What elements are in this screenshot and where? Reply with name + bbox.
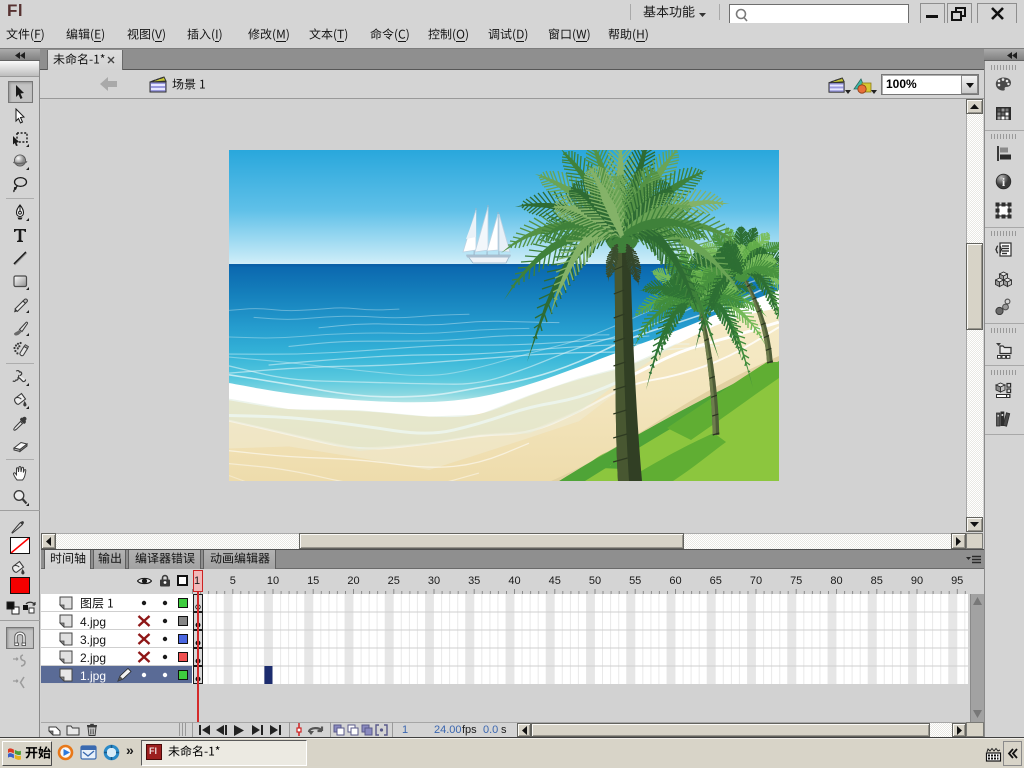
svg-text:40: 40 bbox=[508, 575, 520, 587]
svg-text:95: 95 bbox=[951, 575, 963, 587]
svg-text:55: 55 bbox=[629, 575, 641, 587]
svg-text:75: 75 bbox=[790, 575, 802, 587]
svg-text:35: 35 bbox=[468, 575, 480, 587]
svg-text:15: 15 bbox=[307, 575, 319, 587]
svg-text:80: 80 bbox=[830, 575, 842, 587]
svg-text:30: 30 bbox=[428, 575, 440, 587]
svg-text:70: 70 bbox=[750, 575, 762, 587]
svg-text:45: 45 bbox=[549, 575, 561, 587]
svg-text:20: 20 bbox=[347, 575, 359, 587]
svg-text:50: 50 bbox=[589, 575, 601, 587]
svg-text:5: 5 bbox=[230, 575, 236, 587]
svg-text:60: 60 bbox=[669, 575, 681, 587]
svg-text:65: 65 bbox=[710, 575, 722, 587]
svg-text:25: 25 bbox=[388, 575, 400, 587]
svg-text:85: 85 bbox=[871, 575, 883, 587]
svg-text:10: 10 bbox=[267, 575, 279, 587]
svg-text:90: 90 bbox=[911, 575, 923, 587]
